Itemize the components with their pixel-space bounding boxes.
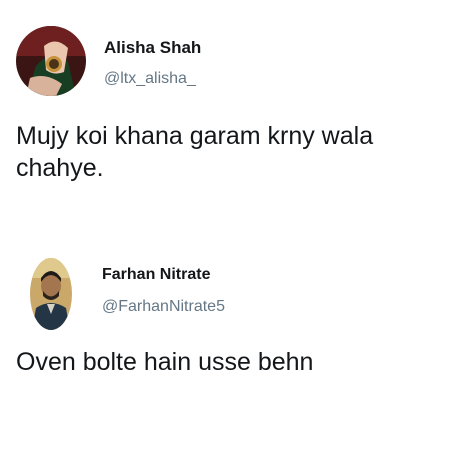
author-handle[interactable]: @ltx_alisha_ (104, 70, 196, 88)
tweet-text: Oven bolte hain usse behn (16, 348, 314, 376)
tweet-reply: Farhan Nitrate @FarhanNitrate5 Oven bolt… (0, 240, 450, 450)
author-handle[interactable]: @FarhanNitrate5 (102, 298, 225, 316)
avatar-photo-icon (16, 26, 86, 96)
author-name[interactable]: Alisha Shah (104, 38, 201, 58)
author-name[interactable]: Farhan Nitrate (102, 266, 210, 284)
avatar[interactable] (16, 26, 86, 96)
avatar[interactable] (30, 258, 72, 330)
avatar-photo-icon (30, 258, 72, 330)
tweet-original: Alisha Shah @ltx_alisha_ Mujy koi khana … (0, 0, 450, 230)
tweet-text: Mujy koi khana garam krny wala chahye. (16, 122, 374, 182)
